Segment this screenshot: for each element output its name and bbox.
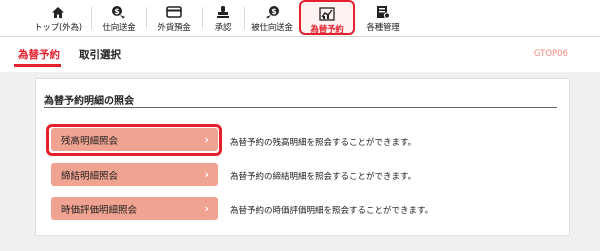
- highlight-frame: [46, 124, 222, 156]
- market-value-detail-inquiry-button[interactable]: 時価評価明細照会 ›: [51, 197, 218, 220]
- svg-text:$: $: [271, 7, 277, 16]
- nav-label: 外貨預金: [157, 23, 191, 33]
- nav-forex-contract[interactable]: 為替予約: [299, 0, 355, 35]
- nav-border: [0, 36, 600, 37]
- nav-management[interactable]: 各種管理: [360, 0, 406, 36]
- dollar-receive-icon: $: [264, 5, 280, 19]
- nav-divider: [202, 7, 203, 29]
- panel-divider: [44, 107, 557, 108]
- panel-heading: 為替予約明細の照会: [44, 96, 134, 107]
- nav-inward-remittance[interactable]: $ 被仕向送金: [249, 0, 295, 36]
- button-label: 時価評価明細照会: [61, 204, 138, 216]
- chart-icon: [319, 7, 335, 21]
- chevron-right-icon: ›: [204, 168, 209, 181]
- global-nav: トップ(外為) $ 仕向送金 外貨預金 承認 $ 被仕向送金 為替予約 各種管理: [0, 0, 600, 36]
- nav-label: 仕向送金: [102, 23, 136, 33]
- nav-foreign-deposit[interactable]: 外貨預金: [151, 0, 197, 36]
- row-description: 為替予約の締結明細を照会することができます。: [230, 172, 417, 182]
- page-subtitle: 取引選択: [79, 49, 121, 61]
- home-icon: [50, 5, 66, 19]
- row-description: 為替予約の時価評価明細を照会することができます。: [230, 206, 434, 216]
- nav-label: トップ(外為): [34, 23, 82, 33]
- settings-doc-icon: [375, 5, 391, 19]
- nav-approval[interactable]: 承認: [207, 0, 239, 36]
- nav-outward-remittance[interactable]: $ 仕向送金: [96, 0, 142, 36]
- dollar-send-icon: $: [111, 5, 127, 19]
- nav-divider: [91, 7, 92, 29]
- nav-label: 各種管理: [366, 23, 400, 33]
- screen-id: GTOP06: [533, 49, 568, 59]
- nav-label: 承認: [214, 23, 232, 33]
- nav-divider: [146, 7, 147, 29]
- contract-detail-inquiry-button[interactable]: 締結明細照会 ›: [51, 163, 218, 186]
- nav-label: 被仕向送金: [251, 23, 293, 33]
- button-label: 締結明細照会: [61, 170, 119, 182]
- nav-divider: [244, 7, 245, 29]
- row-description: 為替予約の残高明細を照会することができます。: [230, 138, 417, 148]
- chevron-right-icon: ›: [204, 202, 209, 215]
- card-icon: [166, 5, 182, 19]
- nav-top[interactable]: トップ(外為): [30, 0, 86, 36]
- svg-text:$: $: [114, 7, 120, 16]
- stamp-icon: [215, 5, 231, 19]
- nav-label: 為替予約: [310, 25, 344, 35]
- page-title: 為替予約: [18, 49, 60, 61]
- page-title-underline: [14, 64, 61, 67]
